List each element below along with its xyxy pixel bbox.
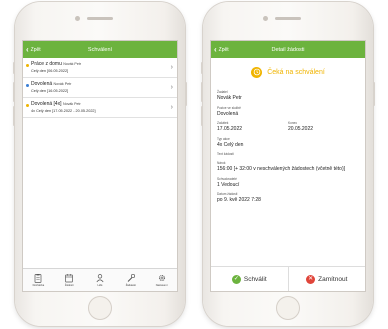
mute-switch: [201, 62, 203, 74]
tab-settings[interactable]: Nastavení: [147, 273, 177, 287]
front-camera: [75, 16, 80, 21]
field-value: 156:00 [+ 32:00 v neschválených žádostec…: [217, 166, 345, 172]
tab-label: Žádatelé: [125, 284, 136, 287]
tab-applicants[interactable]: Žádatelé: [116, 273, 146, 287]
request-row-vacation-4x[interactable]: Dovolená [4x] Novák Petr 4x Celý den [17…: [23, 98, 177, 118]
request-title: Dovolená [4x]: [31, 101, 62, 107]
field-approver: Schvalovatelé 1 Vedoucí: [217, 177, 359, 189]
clock-icon: [251, 66, 263, 78]
page-title: Detail žádosti: [271, 46, 305, 53]
chevron-right-icon: ›: [170, 103, 173, 111]
field-type: Typ akce 4x Celý den: [217, 137, 359, 149]
volume-down-button: [13, 106, 15, 126]
volume-up-button: [201, 82, 203, 102]
front-camera: [263, 16, 268, 21]
field-value: 1 Vedoucí: [217, 181, 240, 188]
request-detail: Celý den [16.05.2022]: [31, 89, 69, 93]
status-dot-pending: [26, 104, 29, 107]
field-end: Konec 20.05.2022: [288, 121, 359, 133]
request-list: Práce z domu Novák Petr Celý den [06.05.…: [23, 58, 177, 118]
tab-attendance[interactable]: Docházka: [23, 273, 53, 287]
chevron-right-icon: ›: [170, 83, 173, 91]
field-applicant: Žadatel Novák Petr: [217, 90, 359, 102]
home-button[interactable]: [88, 296, 112, 320]
field-date: Datum žádosti po 9. kvě 2022 7:28: [217, 192, 359, 204]
request-detail: 4x Celý den [17.05.2022 - 20.05.2022]: [31, 109, 96, 113]
back-label: Zpět: [30, 46, 41, 53]
field-value: Novák Petr: [217, 95, 242, 101]
earpiece-speaker: [275, 17, 301, 20]
field-value: 17.05.2022: [217, 126, 243, 132]
clipboard-icon: [35, 274, 42, 283]
request-title: Práce z domu: [31, 61, 62, 67]
status-dot-pending: [26, 64, 29, 67]
request-title: Dovolená: [31, 81, 53, 87]
calendar-icon: [65, 274, 74, 283]
back-button[interactable]: ‹ Zpět: [26, 41, 41, 58]
chevron-right-icon: ›: [170, 63, 173, 71]
field-value: 4x Celý den: [217, 141, 244, 148]
close-icon: ✕: [306, 274, 316, 284]
power-button: [185, 82, 187, 106]
volume-up-button: [13, 82, 15, 102]
field-value: 20.05.2022: [288, 126, 314, 132]
gear-icon: [158, 274, 165, 282]
tab-requests[interactable]: Žádosti: [54, 273, 84, 287]
tab-label: Lidé: [97, 284, 103, 287]
tab-people[interactable]: Lidé: [85, 273, 115, 287]
screen-approvals: ‹ Zpět Schválení Práce z domu Novák Petr…: [23, 41, 177, 291]
approve-label: Schválit: [243, 275, 267, 283]
phone-frame-right: ‹ Zpět Detail žádosti Čeká na schválení …: [201, 2, 375, 326]
field-position: Pozice ve službě Dovolená: [217, 106, 359, 118]
request-detail: Celý den [06.05.2022]: [31, 69, 69, 73]
field-claim: Nárok 156:00 [+ 32:00 v neschválených žá…: [217, 161, 359, 173]
request-user: Novák Petr: [62, 102, 81, 106]
request-row-work-from-home[interactable]: Práce z domu Novák Petr Celý den [06.05.…: [23, 58, 177, 78]
back-button[interactable]: ‹ Zpět: [214, 41, 229, 58]
chevron-left-icon: ‹: [214, 44, 217, 54]
wrench-icon: [127, 273, 135, 282]
mute-switch: [13, 62, 15, 74]
check-icon: ✓: [231, 274, 241, 284]
home-button[interactable]: [276, 296, 300, 320]
phone-frame-left: ‹ Zpět Schválení Práce z domu Novák Petr…: [13, 2, 187, 326]
field-value: po 9. kvě 2022 7:28: [217, 197, 261, 203]
screen-request-detail: ‹ Zpět Detail žádosti Čeká na schválení …: [211, 41, 365, 291]
power-button: [373, 82, 375, 106]
request-title-line: Práce z domu Novák Petr: [31, 61, 165, 68]
reject-label: Zamítnout: [318, 275, 348, 283]
tab-label: Žádosti: [64, 284, 74, 287]
reject-button[interactable]: ✕ Zamítnout: [287, 267, 366, 291]
status-text: Čeká na schválení: [267, 68, 325, 76]
back-label: Zpět: [218, 46, 229, 53]
field-label: Text žádosti: [217, 152, 234, 156]
chevron-left-icon: ‹: [26, 44, 29, 54]
request-user: Novák Petr: [53, 82, 72, 86]
person-icon: [96, 274, 104, 283]
status-banner: Čeká na schválení: [211, 58, 365, 86]
field-text: Text žádosti: [217, 152, 359, 157]
action-bar: ✓ Schválit ✕ Zamítnout: [211, 266, 365, 291]
approve-button[interactable]: ✓ Schválit: [211, 267, 288, 291]
field-row-dates: Začátek 17.05.2022 Konec 20.05.2022: [217, 121, 359, 133]
request-row-vacation[interactable]: Dovolená Novák Petr Celý den [16.05.2022…: [23, 78, 177, 98]
page-title: Schválení: [87, 46, 113, 53]
request-detail-fields: Žadatel Novák Petr Pozice ve službě Dovo…: [211, 90, 365, 204]
request-user: Novák Petr: [63, 62, 82, 66]
tab-label: Docházka: [32, 284, 45, 287]
status-dot-info: [26, 84, 29, 87]
request-title-line: Dovolená Novák Petr: [31, 81, 165, 88]
earpiece-speaker: [87, 17, 113, 20]
field-start: Začátek 17.05.2022: [217, 121, 288, 133]
volume-down-button: [201, 106, 203, 126]
field-value: Dovolená: [217, 110, 239, 117]
bottom-tab-bar: Docházka Žádosti Lidé Žádatelé Nastavení: [23, 268, 177, 291]
tab-label: Nastavení: [155, 284, 168, 287]
request-title-line: Dovolená [4x] Novák Petr: [31, 101, 165, 108]
top-bar: ‹ Zpět Schválení: [23, 41, 177, 58]
top-bar: ‹ Zpět Detail žádosti: [211, 41, 365, 58]
